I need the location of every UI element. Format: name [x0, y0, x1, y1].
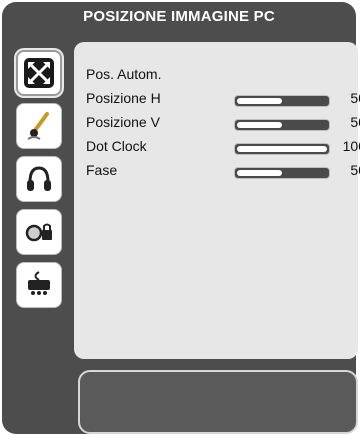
sidebar-item-install[interactable] [16, 262, 62, 308]
sidebar-item-features[interactable] [16, 209, 62, 255]
settings-panel: Pos. Autom. Posizione H 50 Posizione V 5… [74, 42, 360, 359]
menu-title: POSIZIONE IMMAGINE PC [83, 8, 275, 25]
h-position-slider[interactable] [234, 95, 330, 107]
slider-fill [237, 122, 282, 128]
slider-value: 50 [350, 162, 360, 178]
menu-row-v-position[interactable]: Posizione V 50 [86, 114, 360, 134]
row-label: Posizione V [86, 114, 160, 130]
slider-fill [237, 98, 282, 104]
row-label: Posizione H [86, 90, 161, 106]
osd-menu-frame: POSIZIONE IMMAGINE PC Pos. Autom. Posizi… [2, 2, 360, 434]
menu-row-h-position[interactable]: Posizione H 50 [86, 90, 360, 110]
menu-row-phase[interactable]: Fase 50 [86, 162, 360, 182]
row-label: Fase [86, 162, 118, 178]
row-label: Dot Clock [86, 138, 147, 154]
image-position-icon [24, 58, 54, 88]
dot-clock-slider[interactable] [234, 143, 330, 155]
sidebar-item-sound[interactable] [16, 156, 62, 202]
icon-sidebar [16, 50, 68, 315]
lock-settings-icon [25, 223, 52, 242]
slider-fill [237, 146, 327, 152]
slider-value: 50 [350, 114, 360, 130]
sidebar-item-image-position[interactable] [16, 50, 62, 96]
slider-value: 50 [350, 90, 360, 106]
info-box [78, 370, 358, 434]
headphones-icon [27, 166, 51, 191]
row-label: Pos. Autom. [86, 66, 162, 82]
menu-row-dot-clock[interactable]: Dot Clock 100 [86, 138, 360, 158]
phase-slider[interactable] [234, 167, 330, 179]
slider-fill [237, 170, 282, 176]
v-position-slider[interactable] [234, 119, 330, 131]
sources-icon [28, 271, 50, 295]
brush-settings-icon [27, 112, 49, 140]
slider-value: 100 [342, 138, 360, 154]
sidebar-item-picture[interactable] [16, 103, 62, 149]
